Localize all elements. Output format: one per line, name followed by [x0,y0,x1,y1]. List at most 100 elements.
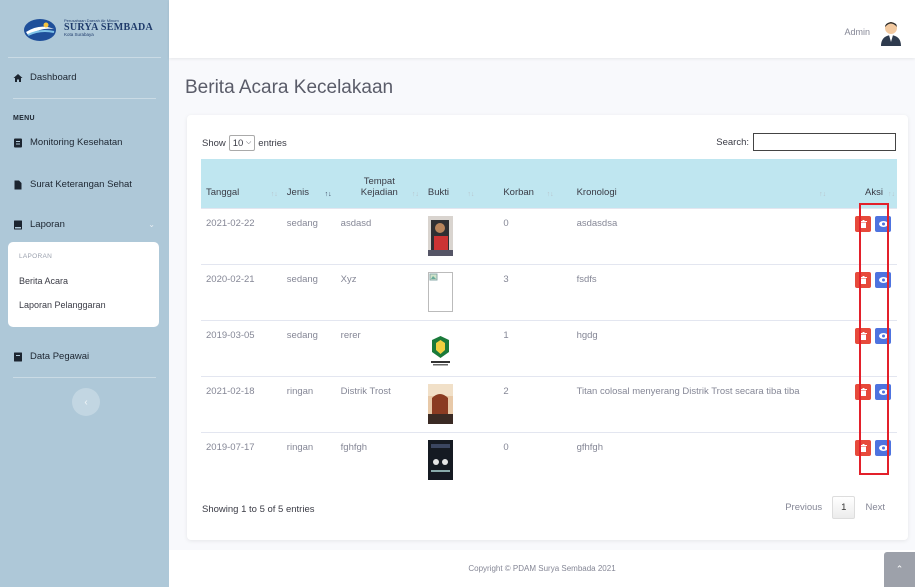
search-label: Search: [716,136,749,148]
cell-jenis: ringan [281,431,336,488]
avatar[interactable] [879,20,903,46]
column-header-label: Tempat Kejadian [360,175,398,198]
search-input[interactable] [753,133,896,151]
table-row: 2021-02-18 ringan Distrik Trost 2 Titan … [201,375,897,432]
cell-bukti [422,431,499,488]
column-header-label: Jenis [286,186,309,198]
cell-korban: 0 [498,431,572,488]
data-table-card: Show 10 ⌵ entries Search: Tanggal ↑↓ Jeni… [187,115,908,540]
bukti-image[interactable] [427,439,453,480]
nav-surat[interactable]: Surat Keterangan Sehat [0,179,145,190]
cell-tanggal: 2019-03-05 [201,319,282,376]
sort-icon: ↑↓ [411,190,419,198]
sidebar-toggle-button[interactable]: ‹ [72,388,100,416]
divider [13,377,156,378]
scroll-to-top-button[interactable]: ⌃ [884,552,915,587]
chevron-left-icon: ‹ [84,396,88,408]
table-row: 2019-07-17 ringan fghfgh 0 gfhfgh [201,431,897,488]
nav-laporan[interactable]: Laporan ⌄ [0,219,169,230]
column-header-kronologi[interactable]: Kronologi ↑↓ [572,159,831,208]
cell-tempat: rerer [335,319,423,376]
file-icon [14,180,22,189]
search-control: Search: [716,133,896,151]
chevron-down-icon: ⌵ [245,139,252,146]
nav-monitoring[interactable]: Monitoring Kesehatan [0,137,135,148]
sort-desc-icon: ↑↓ [324,190,332,198]
column-header-jenis[interactable]: Jenis ↑↓ [282,159,336,208]
sort-icon: ↑↓ [546,190,554,198]
home-icon [13,73,23,82]
chevron-up-icon: ⌃ [895,564,904,574]
cell-tanggal: 2020-02-21 [201,263,282,320]
cell-kronologi: asdasdsa [571,207,831,264]
user-name[interactable]: Admin [844,27,870,37]
column-header-bukti[interactable]: Bukti ↑↓ [423,159,498,208]
column-header-tempat[interactable]: Tempat Kejadian ↑↓ [336,159,423,208]
nav-dashboard[interactable]: Dashboard [0,72,89,83]
sort-icon: ↑↓ [467,190,475,198]
book-icon [14,220,22,229]
entries-select-value: 10 [232,137,244,149]
bukti-image[interactable] [427,327,453,368]
cell-tempat: fghfgh [335,431,423,488]
column-header-korban[interactable]: Korban ↑↓ [498,159,571,208]
nav-pegawai-label: Data Pegawai [30,351,90,362]
sort-icon: ↑↓ [888,190,895,198]
column-header-label: Aksi [865,186,883,198]
bukti-image[interactable] [427,215,453,256]
previous-page-button[interactable]: Previous [775,497,832,518]
next-page-button[interactable]: Next [855,497,895,518]
table-info: Showing 1 to 5 of 5 entries [202,504,315,515]
pagination: Previous 1 Next [775,496,895,519]
sort-icon: ↑↓ [819,190,827,198]
action-column-highlight [859,203,889,475]
pdam-logo-icon [24,18,56,41]
cell-bukti [422,207,499,264]
entries-label: entries [258,137,287,149]
cell-korban: 1 [498,319,572,376]
nav-surat-label: Surat Keterangan Sehat [30,179,132,190]
cell-tanggal: 2021-02-18 [201,375,282,432]
cell-tempat: Distrik Trost [335,375,423,432]
cell-kronologi: hgdg [571,319,831,376]
topbar: Admin [169,0,915,58]
table-row: 2021-02-22 sedang asdasd 0 asdasdsa [201,207,897,264]
cell-jenis: sedang [281,207,336,264]
column-header-label: Korban [503,186,534,198]
column-header-label: Bukti [427,186,450,198]
page-title: Berita Acara Kecelakaan [185,77,394,98]
cell-jenis: ringan [281,375,336,432]
cell-kronologi: fsdfs [571,263,831,320]
submenu-item-berita-acara[interactable]: Berita Acara [19,276,68,286]
laporan-submenu: LAPORAN Berita Acara Laporan Pelanggaran [8,242,159,327]
page-button-current[interactable]: 1 [832,496,856,519]
cell-korban: 0 [498,207,572,264]
cell-tempat: asdasd [335,207,423,264]
cell-tempat: Xyz [335,263,423,320]
submenu-heading: LAPORAN [19,253,53,260]
cell-bukti [422,375,499,432]
nav-pegawai[interactable]: Data Pegawai [0,351,102,362]
sidebar: Perusahaan Daerah Air Minum SURYA SEMBAD… [0,0,169,587]
cell-kronologi: gfhfgh [571,431,831,488]
submenu-item-laporan-pelanggaran[interactable]: Laporan Pelanggaran [19,300,106,310]
table-header-row: Tanggal ↑↓ Jenis ↑↓ Tempat Kejadian ↑↓ Bukt… [201,159,897,208]
column-header-tanggal[interactable]: Tanggal ↑↓ [201,159,282,208]
entries-select[interactable]: 10 ⌵ [228,135,256,151]
column-header-label: Tanggal [206,186,240,198]
column-header-aksi[interactable]: Aksi ↑↓ [830,159,897,208]
bukti-image[interactable] [427,383,453,424]
broken-image-icon[interactable] [427,271,453,312]
column-header-label: Kronologi [576,186,617,198]
nav-laporan-label: Laporan [30,219,65,230]
divider [13,98,156,99]
show-label: Show [202,137,226,149]
chevron-down-icon: ⌄ [148,220,155,229]
cell-kronologi: Titan colosal menyerang Distrik Trost se… [571,375,831,432]
brand[interactable]: Perusahaan Daerah Air Minum SURYA SEMBAD… [8,0,161,58]
nav-dashboard-label: Dashboard [30,72,77,83]
document-icon [14,138,22,147]
length-control: Show 10 ⌵ entries [202,135,287,151]
footer: Copyright © PDAM Surya Sembada 2021 [169,550,915,587]
nav-monitoring-label: Monitoring Kesehatan [30,137,123,148]
